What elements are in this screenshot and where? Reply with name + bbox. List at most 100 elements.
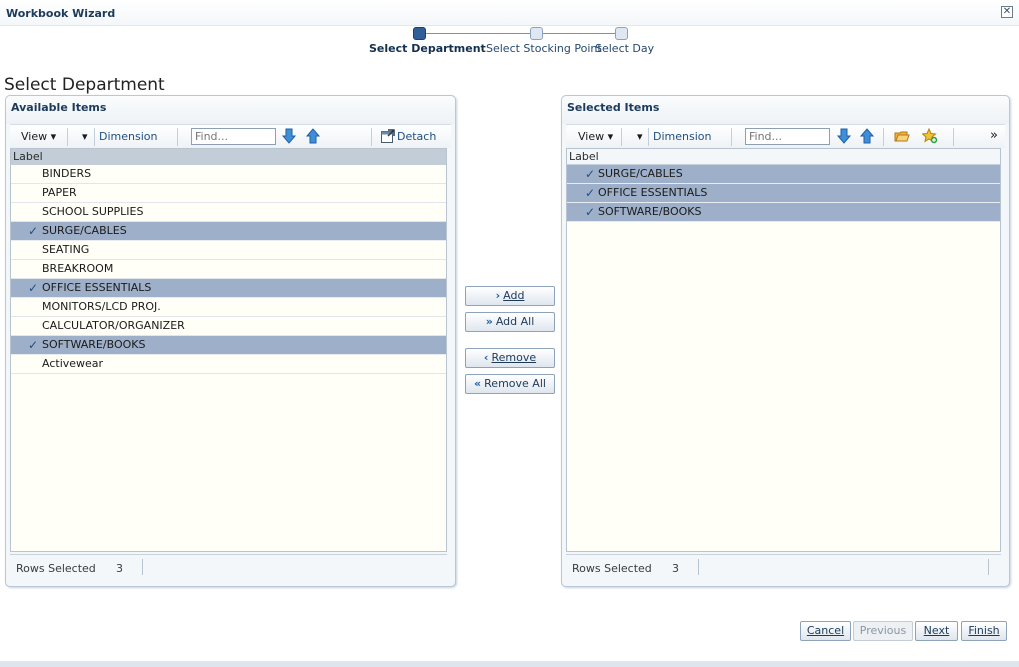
selected-items-table: Label ✓ SURGE/CABLES ✓ OFFICE ESSENTIALS ✓ SO… bbox=[566, 148, 1001, 552]
view-menu[interactable]: View ▾ bbox=[578, 130, 613, 143]
toolbar-separator bbox=[94, 128, 95, 146]
row-label: BINDERS bbox=[42, 167, 92, 180]
next-button[interactable]: Next bbox=[915, 621, 958, 641]
title-bar: Workbook Wizard ✕ bbox=[0, 0, 1019, 26]
column-header-label[interactable]: Label bbox=[567, 149, 1000, 165]
dimension-dropdown-icon[interactable]: ▾ bbox=[637, 130, 643, 143]
rows-selected-count: 3 bbox=[672, 562, 679, 575]
status-separator bbox=[988, 559, 989, 575]
chevron-right-icon: › bbox=[495, 289, 501, 302]
dimension-link[interactable]: Dimension bbox=[653, 130, 711, 143]
checkmark-icon: ✓ bbox=[585, 205, 596, 219]
find-next-arrow-down-icon[interactable] bbox=[281, 128, 297, 144]
row-label: CALCULATOR/ORGANIZER bbox=[42, 319, 185, 332]
train-stop-select-department bbox=[413, 27, 426, 40]
cancel-button[interactable]: Cancel bbox=[800, 621, 851, 641]
chevron-down-icon: ▾ bbox=[50, 130, 57, 143]
window-bottom-border bbox=[0, 661, 1019, 667]
selected-items-panel: Selected Items View ▾ ▾ Dimension » Labe… bbox=[561, 95, 1010, 587]
checkmark-icon: ✓ bbox=[28, 338, 39, 352]
train-connector bbox=[543, 33, 615, 34]
rows-selected-label: Rows Selected bbox=[16, 562, 96, 575]
train-stop-select-stocking-point[interactable] bbox=[530, 27, 543, 40]
table-row[interactable]: ✓ OFFICE ESSENTIALS bbox=[11, 279, 446, 298]
column-header-label[interactable]: Label bbox=[11, 149, 446, 165]
row-label: MONITORS/LCD PROJ. bbox=[42, 300, 161, 313]
remove-button[interactable]: ‹ Remove bbox=[465, 348, 555, 368]
remove-all-button[interactable]: «Remove All bbox=[465, 374, 555, 394]
row-label: SOFTWARE/BOOKS bbox=[42, 338, 146, 351]
dimension-dropdown-icon[interactable]: ▾ bbox=[82, 130, 88, 143]
detach-link[interactable]: Detach bbox=[397, 130, 436, 143]
find-previous-arrow-up-icon[interactable] bbox=[859, 128, 875, 144]
page-title: Select Department bbox=[4, 75, 165, 95]
wizard-train: Select Department Select Stocking Point … bbox=[0, 26, 1019, 66]
add-button[interactable]: › Add bbox=[465, 286, 555, 306]
view-menu[interactable]: View ▾ bbox=[21, 130, 56, 143]
row-label: OFFICE ESSENTIALS bbox=[42, 281, 152, 294]
train-connector bbox=[426, 33, 530, 34]
table-row[interactable]: SEATING bbox=[11, 241, 446, 260]
detach-icon[interactable] bbox=[380, 128, 396, 144]
checkmark-icon: ✓ bbox=[28, 224, 39, 238]
find-next-arrow-down-icon[interactable] bbox=[836, 128, 852, 144]
status-separator bbox=[142, 559, 143, 575]
row-label: OFFICE ESSENTIALS bbox=[598, 186, 708, 199]
train-label-select-department: Select Department bbox=[369, 42, 486, 55]
add-all-button[interactable]: » Add All bbox=[465, 312, 555, 332]
train-label-select-day[interactable]: Select Day bbox=[595, 42, 654, 55]
available-items-title: Available Items bbox=[11, 101, 107, 114]
overflow-more-icon[interactable]: » bbox=[990, 128, 998, 143]
panel-header: Selected Items bbox=[562, 96, 1009, 124]
previous-button: Previous bbox=[853, 621, 913, 641]
available-toolbar: View ▾ ▾ Dimension Detach bbox=[10, 124, 451, 148]
folder-open-icon[interactable] bbox=[894, 128, 910, 144]
table-row[interactable]: MONITORS/LCD PROJ. bbox=[11, 298, 446, 317]
double-chevron-right-icon: » bbox=[485, 315, 493, 328]
find-input[interactable] bbox=[191, 128, 276, 145]
checkmark-icon: ✓ bbox=[28, 281, 39, 295]
table-row[interactable]: ✓ OFFICE ESSENTIALS bbox=[567, 184, 1000, 203]
clipped-hint-text bbox=[198, 590, 818, 596]
row-label: SCHOOL SUPPLIES bbox=[42, 205, 144, 218]
double-chevron-left-icon: « bbox=[474, 377, 482, 390]
table-row[interactable]: ✓ SURGE/CABLES bbox=[567, 165, 1000, 184]
table-row[interactable]: BINDERS bbox=[11, 165, 446, 184]
row-label: SURGE/CABLES bbox=[598, 167, 683, 180]
table-row[interactable]: ✓ SOFTWARE/BOOKS bbox=[567, 203, 1000, 222]
table-row[interactable]: SCHOOL SUPPLIES bbox=[11, 203, 446, 222]
finish-button[interactable]: Finish bbox=[961, 621, 1007, 641]
toolbar-separator bbox=[67, 128, 68, 146]
table-row[interactable]: CALCULATOR/ORGANIZER bbox=[11, 317, 446, 336]
toolbar-separator bbox=[731, 128, 732, 146]
toolbar-separator bbox=[621, 128, 622, 146]
available-items-panel: Available Items View ▾ ▾ Dimension Detac… bbox=[5, 95, 456, 587]
selected-items-title: Selected Items bbox=[567, 101, 660, 114]
panel-header: Available Items bbox=[6, 96, 455, 124]
status-separator bbox=[698, 559, 699, 575]
selected-rows: ✓ SURGE/CABLES ✓ OFFICE ESSENTIALS ✓ SOFTWARE… bbox=[567, 165, 1000, 222]
checkmark-icon: ✓ bbox=[585, 167, 596, 181]
toolbar-separator bbox=[648, 128, 649, 146]
row-label: Activewear bbox=[42, 357, 104, 370]
dimension-link[interactable]: Dimension bbox=[99, 130, 157, 143]
table-row[interactable]: BREAKROOM bbox=[11, 260, 446, 279]
favorite-star-add-icon[interactable] bbox=[922, 128, 938, 144]
toolbar-separator bbox=[883, 128, 884, 146]
find-previous-arrow-up-icon[interactable] bbox=[305, 128, 321, 144]
selected-toolbar: View ▾ ▾ Dimension » bbox=[566, 124, 1005, 148]
table-row[interactable]: ✓ SOFTWARE/BOOKS bbox=[11, 336, 446, 355]
close-icon[interactable]: ✕ bbox=[1001, 6, 1013, 18]
chevron-left-icon: ‹ bbox=[483, 351, 489, 364]
table-row[interactable]: PAPER bbox=[11, 184, 446, 203]
train-label-select-stocking-point[interactable]: Select Stocking Point bbox=[486, 42, 602, 55]
rows-selected-count: 3 bbox=[116, 562, 123, 575]
checkmark-icon: ✓ bbox=[585, 186, 596, 200]
find-input[interactable] bbox=[745, 128, 830, 145]
row-label: BREAKROOM bbox=[42, 262, 114, 275]
rows-selected-label: Rows Selected bbox=[572, 562, 652, 575]
available-rows: BINDERS PAPER SCHOOL SUPPLIES ✓ SURGE/CABLES… bbox=[11, 165, 446, 374]
train-stop-select-day[interactable] bbox=[615, 27, 628, 40]
table-row[interactable]: Activewear bbox=[11, 355, 446, 374]
table-row[interactable]: ✓ SURGE/CABLES bbox=[11, 222, 446, 241]
